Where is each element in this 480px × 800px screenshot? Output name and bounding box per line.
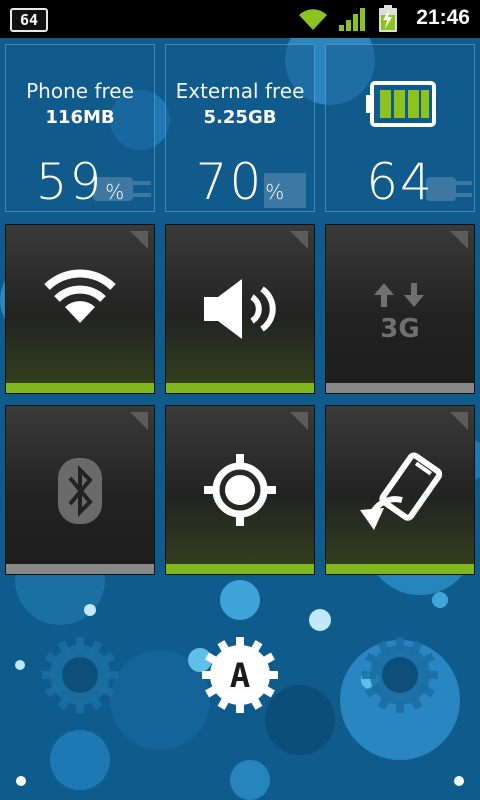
page-indicator-right	[454, 776, 464, 786]
wallpaper-bubble	[15, 660, 25, 670]
page-indicator-left	[16, 776, 26, 786]
wallpaper-bubble	[220, 580, 260, 620]
data-3g-icon: 3G	[374, 283, 424, 344]
external-free-value: 5.25GB	[203, 107, 277, 128]
wallpaper-bubble	[50, 730, 110, 790]
gps-state-bar	[166, 564, 314, 574]
right-gear-icon[interactable]	[360, 635, 440, 715]
wifi-icon	[299, 9, 327, 31]
battery-tile[interactable]: 64	[325, 44, 475, 212]
phone-free-label: Phone free	[26, 79, 134, 103]
bluetooth-toggle[interactable]	[5, 405, 155, 575]
wifi-icon	[44, 269, 116, 323]
gps-icon	[204, 454, 276, 526]
left-gear-icon[interactable]	[40, 635, 120, 715]
battery-icon	[366, 81, 436, 127]
battery-charging-icon	[379, 5, 397, 32]
external-free-percent: 70%	[195, 153, 285, 211]
svg-text:A: A	[230, 656, 250, 696]
corner-indicator	[450, 412, 468, 430]
wallpaper-bubble	[230, 760, 270, 800]
auto-rotate-state-bar	[326, 564, 474, 574]
mobile-data-toggle[interactable]: 3G	[325, 224, 475, 394]
gps-toggle[interactable]	[165, 405, 315, 575]
status-time: 21:46	[416, 6, 470, 29]
corner-indicator	[130, 412, 148, 430]
speaker-icon	[204, 279, 276, 339]
wallpaper-bubble	[432, 592, 448, 608]
battery-number-icon: 64	[10, 8, 48, 32]
external-storage-tile[interactable]: External free 5.25GB 70%	[165, 44, 315, 212]
external-free-label: External free	[175, 79, 305, 103]
sound-toggle[interactable]	[165, 224, 315, 394]
rotate-icon	[360, 452, 443, 530]
signal-icon	[339, 8, 365, 31]
bluetooth-state-bar	[6, 564, 154, 574]
battery-level-value: 64	[366, 153, 434, 211]
phone-free-value: 116MB	[45, 107, 115, 128]
app-launcher-icon[interactable]: A	[200, 635, 280, 715]
corner-indicator	[290, 231, 308, 249]
auto-rotate-toggle[interactable]	[325, 405, 475, 575]
bluetooth-icon	[58, 458, 102, 524]
phone-free-percent: 59%	[35, 153, 125, 211]
phone-storage-tile[interactable]: Phone free 116MB 59%	[5, 44, 155, 212]
corner-indicator	[130, 231, 148, 249]
corner-indicator	[450, 231, 468, 249]
corner-indicator	[290, 412, 308, 430]
svg-text:3G: 3G	[380, 314, 419, 341]
sound-state-bar	[166, 383, 314, 393]
wallpaper-bubble	[309, 609, 331, 631]
mobile-data-state-bar	[326, 383, 474, 393]
wallpaper-bubble	[84, 604, 96, 616]
wifi-toggle[interactable]	[5, 224, 155, 394]
wifi-state-bar	[6, 383, 154, 393]
status-bar: 64 21:46	[0, 0, 480, 38]
